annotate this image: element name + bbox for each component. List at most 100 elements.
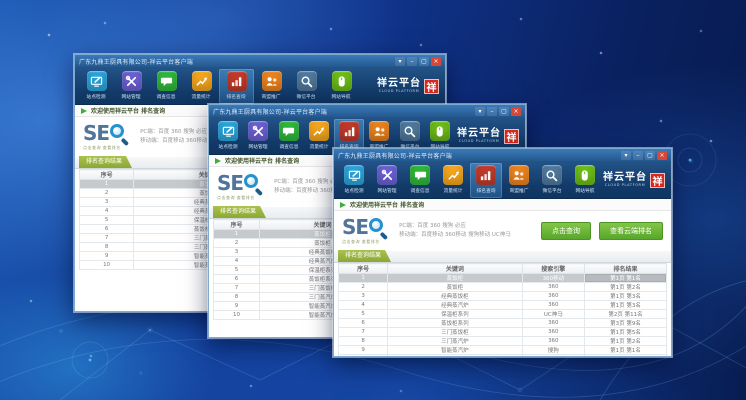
- titlebar[interactable]: 广东九鼎王厨具有限公司-祥云平台客户端 ▾ – ▢ ×: [209, 105, 525, 117]
- toolbar-item-info-query[interactable]: 调查信息: [274, 119, 304, 154]
- brand-subtitle: CLOUD PLATFORM: [379, 90, 419, 94]
- sprout-icon: [215, 157, 222, 165]
- toolbar-item-traffic-stats[interactable]: 流量统计: [437, 163, 470, 198]
- toolbar-item-site-check[interactable]: 站点检测: [213, 119, 243, 154]
- engine-info: PC端：百度 360 搜狗 必应 移动端：百度移动 360移动 搜狗移动 UC神…: [399, 222, 511, 240]
- window-title: 广东九鼎王厨具有限公司-祥云平台客户端: [79, 57, 193, 66]
- minimize-button[interactable]: –: [487, 107, 497, 116]
- table-row[interactable]: 8三门蒸汽炉360第1页 第2名: [339, 337, 667, 346]
- toolbar-item-alliance-promo[interactable]: 商盟推广: [502, 163, 535, 198]
- maximize-button[interactable]: ▢: [419, 57, 429, 66]
- action-buttons: 点击查询 查看云端排名: [541, 222, 663, 240]
- seo-logo-text: SE: [217, 173, 243, 193]
- toolbar-item-wechat-platform[interactable]: 微信平台: [289, 69, 324, 104]
- minimize-button[interactable]: –: [407, 57, 417, 66]
- brand-subtitle: CLOUD PLATFORM: [605, 184, 645, 188]
- close-button[interactable]: ×: [511, 107, 521, 116]
- toolbar-item-site-check[interactable]: 站点检测: [338, 163, 371, 198]
- tab-rank-results[interactable]: 排名查询结果: [79, 156, 132, 168]
- table-row[interactable]: 10智能蒸汽炉360第1页 第3名: [339, 355, 667, 358]
- toolbar-item-site-nav[interactable]: 网站导航: [568, 163, 601, 198]
- brand-subtitle: CLOUD PLATFORM: [459, 140, 499, 144]
- titlebar[interactable]: 广东九鼎王厨具有限公司-祥云平台客户端 ▾ – ▢ ×: [334, 149, 671, 161]
- toolbar-item-site-manage[interactable]: 网站管理: [371, 163, 404, 198]
- magnifier-icon: [542, 165, 562, 185]
- toolbar-item-info-query[interactable]: 调查信息: [404, 163, 437, 198]
- main-toolbar: 站点检测 网站管理 调查信息 流量统计: [75, 67, 445, 105]
- seo-logo-text: SE: [83, 123, 109, 143]
- header-index: 序号: [214, 220, 260, 230]
- tools-icon: [377, 165, 397, 185]
- seo-header: SE 点击查询 查看排名 PC端：百度 360 搜狗 必应 移动端：百度移动 3…: [334, 211, 671, 251]
- line-chart-icon: [443, 165, 463, 185]
- table-row[interactable]: 7三门蒸饭柜360第1页 第5名: [339, 328, 667, 337]
- brand-logo: 祥云平台 CLOUD PLATFORM 祥: [601, 163, 667, 198]
- table-row[interactable]: 2蒸饭柜360第1页 第2名: [339, 283, 667, 292]
- window-title: 广东九鼎王厨具有限公司-祥云平台客户端: [213, 107, 327, 116]
- notice-bar: 欢迎使用祥云平台 排名查询: [334, 199, 671, 211]
- toolbar-item-site-nav[interactable]: 网站导航: [324, 69, 359, 104]
- skin-button[interactable]: ▾: [395, 57, 405, 66]
- tools-icon: [122, 71, 142, 91]
- maximize-button[interactable]: ▢: [499, 107, 509, 116]
- speech-bubble-icon: [279, 121, 299, 141]
- tools-icon: [248, 121, 268, 141]
- close-button[interactable]: ×: [657, 151, 667, 160]
- view-cloud-rank-button[interactable]: 查看云端排名: [599, 222, 663, 240]
- monitor-pencil-icon: [344, 165, 364, 185]
- toolbar-item-traffic-stats[interactable]: 流量统计: [304, 119, 334, 154]
- table-row[interactable]: 3经典蒸饭柜360第1页 第3名: [339, 292, 667, 301]
- brand-badge-icon: 祥: [424, 79, 439, 94]
- brand-logo: 祥云平台 CLOUD PLATFORM 祥: [375, 69, 441, 104]
- toolbar-item-alliance-promo[interactable]: 商盟推广: [254, 69, 289, 104]
- table-row[interactable]: 6蒸饭柜系列360第3页 第9名: [339, 319, 667, 328]
- skin-button[interactable]: ▾: [475, 107, 485, 116]
- table-header-row: 序号 关键词 搜索引擎 排名结果: [339, 264, 667, 274]
- table-row[interactable]: 9智能蒸汽炉搜狗第1页 第1名: [339, 346, 667, 355]
- monitor-pencil-icon: [87, 71, 107, 91]
- magnifier-logo-icon: [244, 174, 262, 192]
- toolbar-item-traffic-stats[interactable]: 流量统计: [184, 69, 219, 104]
- maximize-button[interactable]: ▢: [645, 151, 655, 160]
- window-controls: ▾ – ▢ ×: [395, 57, 441, 66]
- brand-name: 祥云平台: [377, 79, 421, 89]
- minimize-button[interactable]: –: [633, 151, 643, 160]
- stars-decoration: [0, 0, 2, 2]
- header-rank: 排名结果: [584, 264, 666, 274]
- header-keyword: 关键词: [388, 264, 522, 274]
- bar-chart-icon: [227, 71, 247, 91]
- table-row[interactable]: 1蒸饭柜360移动第1页 第1名: [339, 274, 667, 283]
- window-controls: ▾ – ▢ ×: [621, 151, 667, 160]
- tab-rank-results[interactable]: 排名查询结果: [213, 206, 266, 218]
- brand-badge-icon: 祥: [650, 173, 665, 188]
- magnifier-icon: [297, 71, 317, 91]
- mouse-icon: [332, 71, 352, 91]
- tab-strip: 排名查询结果: [334, 251, 671, 263]
- header-index: 序号: [339, 264, 388, 274]
- toolbar-item-site-check[interactable]: 站点检测: [79, 69, 114, 104]
- engine-info-mobile: 移动端：百度移动 360移动 搜狗移动 UC神马: [399, 231, 511, 240]
- table-row[interactable]: 5保温柜系列UC神马第2页 第11名: [339, 310, 667, 319]
- query-button[interactable]: 点击查询: [541, 222, 591, 240]
- titlebar[interactable]: 广东九鼎王厨具有限公司-祥云平台客户端 ▾ – ▢ ×: [75, 55, 445, 67]
- seo-caption: 点击查询 查看排名: [217, 195, 255, 201]
- toolbar-item-wechat-platform[interactable]: 微信平台: [535, 163, 568, 198]
- seo-caption: 点击查询 查看排名: [83, 145, 121, 151]
- tab-rank-results[interactable]: 排名查询结果: [338, 250, 391, 262]
- desktop-background: 广东九鼎王厨具有限公司-祥云平台客户端 ▾ – ▢ × 站点检测 网站管理: [0, 0, 746, 400]
- toolbar-item-rank-query[interactable]: 排名查询: [470, 163, 503, 198]
- users-icon: [509, 165, 529, 185]
- seo-logo: SE 点击查询 查看排名: [217, 173, 262, 201]
- front-window[interactable]: 广东九鼎王厨具有限公司-祥云平台客户端 ▾ – ▢ × 站点检测 网站管理: [333, 148, 672, 357]
- main-toolbar: 站点检测 网站管理 调查信息 流量统计: [334, 161, 671, 199]
- toolbar-item-rank-query[interactable]: 排名查询: [219, 69, 254, 104]
- sprout-icon: [340, 201, 347, 209]
- window-title: 广东九鼎王厨具有限公司-祥云平台客户端: [338, 151, 452, 160]
- toolbar-item-info-query[interactable]: 调查信息: [149, 69, 184, 104]
- table-row[interactable]: 4经典蒸汽炉360第1页 第3名: [339, 301, 667, 310]
- skin-button[interactable]: ▾: [621, 151, 631, 160]
- toolbar-item-site-manage[interactable]: 网站管理: [114, 69, 149, 104]
- toolbar-item-site-manage[interactable]: 网站管理: [243, 119, 273, 154]
- bar-chart-icon: [476, 165, 496, 185]
- close-button[interactable]: ×: [431, 57, 441, 66]
